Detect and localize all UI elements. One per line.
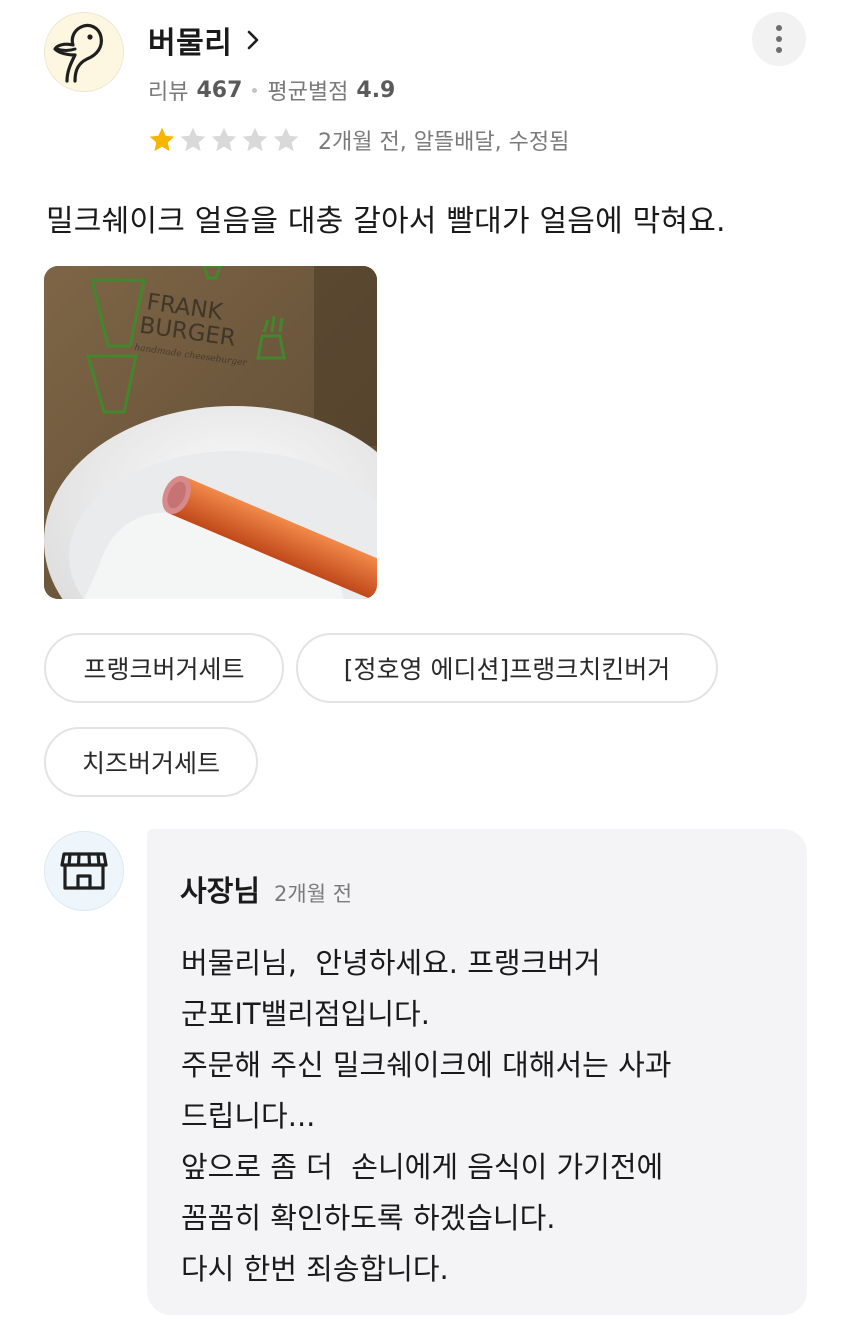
more-options-button[interactable] bbox=[752, 12, 806, 66]
owner-reply-time: 2개월 전 bbox=[274, 882, 353, 906]
separator-dot bbox=[252, 87, 258, 93]
menu-chip[interactable]: [정호영 에디션]프랭크치킨버거 bbox=[296, 633, 718, 703]
owner-reply-text: 버물리님, 안녕하세요. 프랭크버거 군포IT밸리점입니다. 주문해 주신 밀크… bbox=[181, 938, 781, 1295]
star-icon bbox=[242, 127, 268, 152]
reviewer-name-link[interactable]: 버물리 bbox=[148, 18, 260, 62]
review-meta: 2개월 전, 알뜰배달, 수정됨 bbox=[318, 130, 570, 155]
review-count: 467 bbox=[196, 77, 243, 103]
reply-line: 군포IT밸리점입니다. bbox=[181, 997, 430, 1031]
reply-line: 버물리님, 안녕하세요. 프랭크버거 bbox=[181, 946, 601, 980]
reply-line: 드립니다... bbox=[181, 1099, 316, 1133]
star-icon bbox=[211, 127, 237, 152]
more-vertical-icon bbox=[776, 25, 782, 31]
menu-chip[interactable]: 프랭크버거세트 bbox=[44, 633, 284, 703]
reply-line: 주문해 주신 밀크쉐이크에 대해서는 사과 bbox=[181, 1048, 672, 1082]
reviewer-stats: 리뷰 467 평균별점 4.9 bbox=[148, 74, 395, 106]
avg-rating: 4.9 bbox=[356, 77, 396, 103]
milkshake-photo: FRANK BURGER handmade cheeseburger bbox=[44, 266, 377, 599]
menu-chip[interactable]: 치즈버거세트 bbox=[44, 727, 258, 797]
reply-line: 다시 한번 죄송합니다. bbox=[181, 1252, 449, 1286]
review-count-label: 리뷰 bbox=[148, 80, 189, 105]
reviewer-name: 버물리 bbox=[148, 26, 233, 61]
star-icon bbox=[149, 127, 175, 152]
owner-reply-author: 사장님 bbox=[180, 874, 261, 908]
store-avatar bbox=[44, 831, 124, 911]
avg-rating-label: 평균별점 bbox=[267, 80, 349, 105]
star-rating bbox=[147, 125, 302, 155]
chevron-right-icon bbox=[248, 30, 259, 50]
reviewer-avatar[interactable] bbox=[44, 12, 124, 92]
duck-avatar-icon bbox=[45, 13, 123, 91]
review-photo[interactable]: FRANK BURGER handmade cheeseburger bbox=[44, 266, 377, 599]
owner-reply-header: 사장님 2개월 전 bbox=[180, 868, 352, 910]
review-text: 밀크쉐이크 얼음을 대충 갈아서 빨대가 얼음에 막혀요. bbox=[46, 204, 726, 239]
rating-row: 2개월 전, 알뜰배달, 수정됨 bbox=[147, 124, 569, 156]
reply-line: 앞으로 좀 더 손니에게 음식이 가기전에 bbox=[181, 1150, 664, 1184]
star-icon bbox=[273, 127, 299, 152]
star-icon bbox=[180, 127, 206, 152]
reply-line: 꼼꼼히 확인하도록 하겠습니다. bbox=[181, 1201, 556, 1235]
store-icon bbox=[60, 852, 108, 890]
